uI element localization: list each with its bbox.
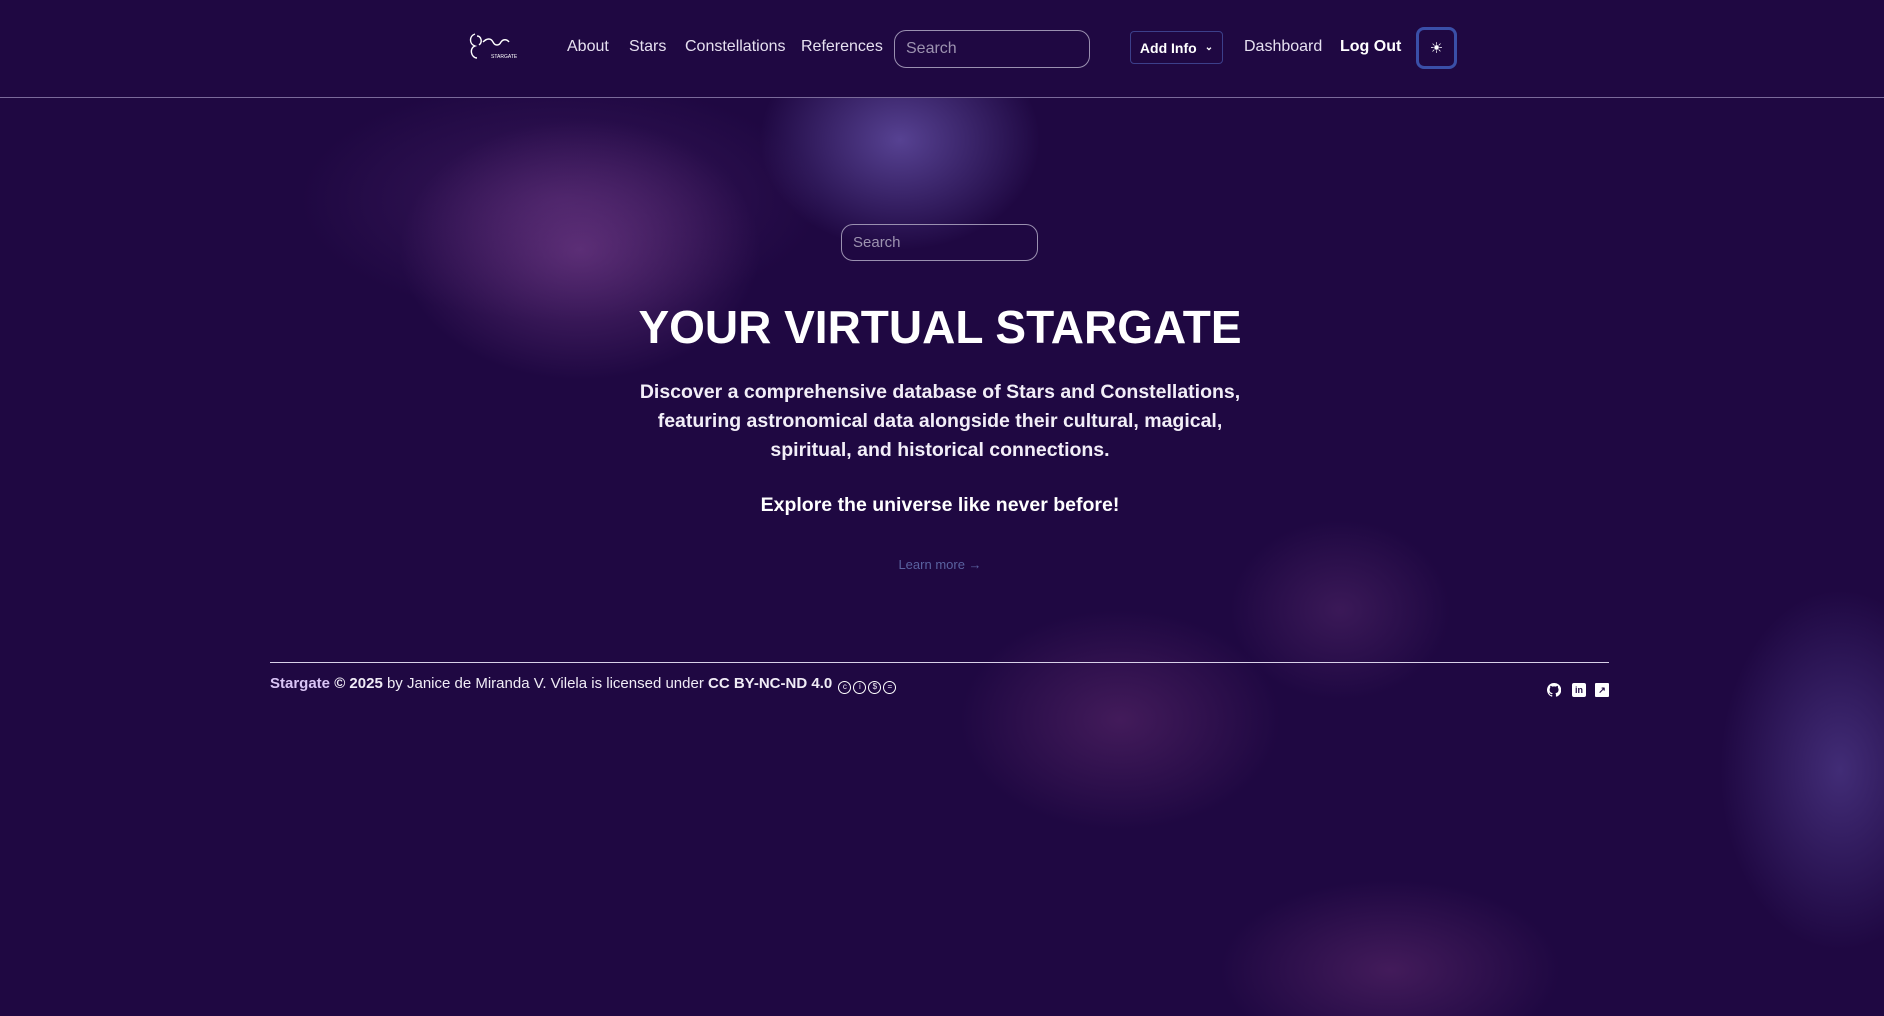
nav-references[interactable]: References bbox=[801, 38, 883, 56]
nav-search-input[interactable] bbox=[894, 30, 1090, 68]
cc-icon: c bbox=[838, 681, 852, 694]
navbar: STARGATE About Stars Constellations Refe… bbox=[0, 0, 1884, 98]
svg-text:STARGATE: STARGATE bbox=[491, 54, 517, 60]
nd-icon: = bbox=[883, 681, 897, 694]
footer-author-text: by Janice de Miranda V. Vilela is licens… bbox=[386, 675, 704, 692]
chevron-down-icon: ⌄ bbox=[1204, 42, 1214, 53]
add-info-dropdown[interactable]: Add Info ⌄ bbox=[1130, 31, 1223, 64]
theme-toggle-button[interactable]: ☀ bbox=[1416, 27, 1457, 69]
add-info-label: Add Info bbox=[1139, 39, 1197, 56]
linkedin-icon[interactable]: in bbox=[1572, 683, 1586, 697]
learn-more-link[interactable]: Learn more → bbox=[0, 557, 1880, 572]
nc-icon: $ bbox=[868, 681, 882, 694]
github-icon[interactable] bbox=[1547, 683, 1561, 697]
license-link[interactable]: CC BY-NC-ND 4.0 bbox=[708, 675, 832, 692]
by-icon: i bbox=[853, 681, 867, 694]
logo[interactable]: STARGATE bbox=[465, 30, 518, 63]
footer-copyright: © 2025 bbox=[334, 675, 383, 692]
nav-constellations[interactable]: Constellations bbox=[685, 38, 786, 56]
footer-license: Stargate © 2025 by Janice de Miranda V. … bbox=[270, 675, 897, 694]
sun-icon: ☀ bbox=[1429, 40, 1444, 57]
hero-search-input[interactable] bbox=[841, 224, 1038, 261]
hero-title: YOUR VIRTUAL STARGATE bbox=[638, 301, 1242, 353]
logout-button[interactable]: Log Out bbox=[1340, 38, 1401, 56]
link-icon[interactable]: ↗ bbox=[1595, 683, 1609, 697]
nav-dashboard[interactable]: Dashboard bbox=[1244, 38, 1322, 56]
logo-icon: STARGATE bbox=[469, 33, 518, 60]
nav-about[interactable]: About bbox=[567, 38, 609, 56]
hero-description: Discover a comprehensive database of Sta… bbox=[639, 381, 1241, 461]
hero-tagline: Explore the universe like never before! bbox=[760, 494, 1120, 516]
footer-divider bbox=[270, 662, 1609, 663]
nav-stars[interactable]: Stars bbox=[629, 38, 666, 56]
footer-brand-link[interactable]: Stargate bbox=[270, 675, 330, 692]
